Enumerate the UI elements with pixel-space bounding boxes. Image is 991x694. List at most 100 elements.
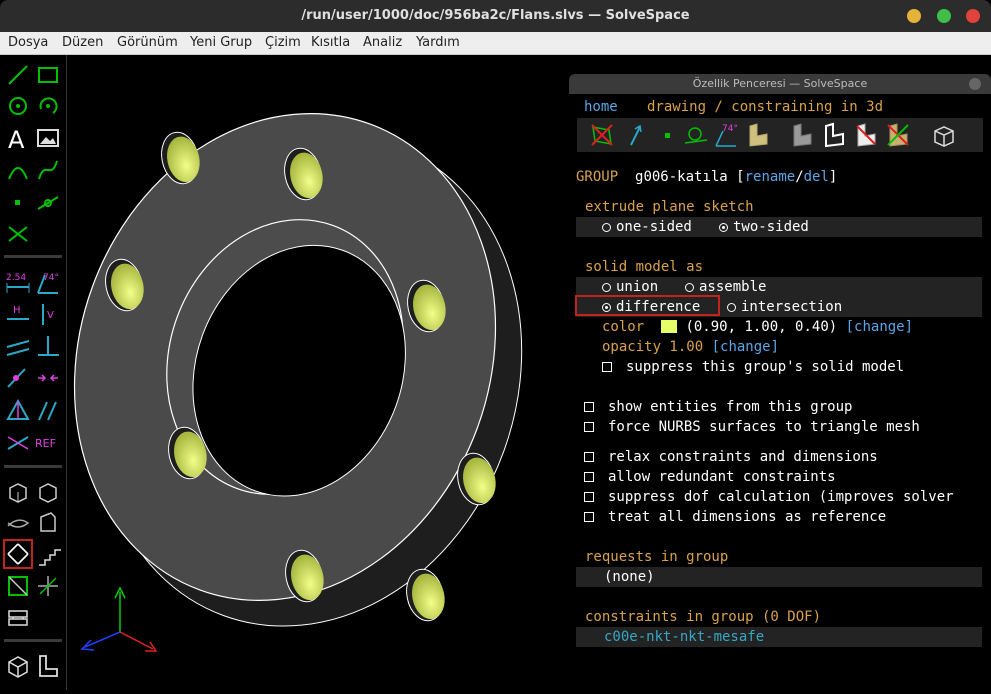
treat-reference-checkbox[interactable]: treat all dimensions as reference [584, 508, 886, 526]
revolve-icon[interactable] [35, 509, 61, 535]
suppress-dof-checkbox[interactable]: suppress dof calculation (improves solve… [584, 488, 954, 506]
toolbar-separator [4, 639, 62, 642]
menu-help[interactable]: Yardım [416, 35, 460, 50]
menu-file[interactable]: Dosya [8, 35, 48, 50]
nav-home-link[interactable]: home [584, 98, 618, 116]
edges-toggle-icon[interactable] [821, 122, 847, 148]
mesh-toggle-icon[interactable] [885, 122, 911, 148]
faces-toggle-icon[interactable] [745, 122, 771, 148]
same-orientation-icon[interactable] [35, 397, 61, 423]
title-bar: /run/user/1000/doc/956ba2c/Flans.slvs — … [0, 0, 991, 32]
points-toggle-icon[interactable] [655, 122, 681, 148]
axis-icon[interactable] [35, 573, 61, 599]
nearest-ortho-view-icon[interactable] [35, 653, 61, 679]
menu-new-group[interactable]: Yeni Grup [190, 35, 252, 50]
force-nurbs-checkbox[interactable]: force NURBS surfaces to triangle mesh [584, 418, 920, 436]
toolbar-separator [4, 255, 62, 258]
midpoint-icon[interactable] [35, 365, 61, 391]
show-entities-checkbox[interactable]: show entities from this group [584, 398, 852, 416]
group-label: GROUP [576, 169, 619, 185]
opacity-change-link[interactable]: [change] [712, 339, 779, 355]
color-swatch[interactable] [661, 320, 678, 333]
constraint-item-link[interactable]: c00e-nkt-nkt-mesafe [604, 628, 764, 646]
line-tool-icon[interactable] [5, 62, 31, 88]
point-on-line-icon[interactable] [5, 365, 31, 391]
image-tool-icon[interactable] [35, 125, 61, 151]
two-sided-radio[interactable]: two-sided [719, 218, 809, 236]
outlines-toggle-icon[interactable] [853, 122, 879, 148]
point-tool-icon[interactable] [5, 189, 31, 215]
tangent-arc-icon[interactable] [5, 157, 31, 183]
menu-constrain[interactable]: Kısıtla [311, 35, 350, 50]
allow-redundant-checkbox[interactable]: allow redundant constraints [584, 468, 836, 486]
shaded-toggle-icon[interactable] [789, 122, 815, 148]
rectangle-tool-icon[interactable] [35, 62, 61, 88]
left-toolbar: A 2.54 74° H V REF [0, 55, 67, 690]
reference-dimension-icon[interactable]: REF [35, 429, 61, 455]
axis-triad [80, 586, 158, 652]
suppress-solid-checkbox[interactable]: suppress this group's solid model [602, 358, 904, 376]
requests-header: requests in group [585, 549, 729, 565]
perpendicular-constraint-icon[interactable] [35, 333, 61, 359]
symmetric-constraint-icon[interactable] [5, 397, 31, 423]
maximize-button[interactable] [937, 9, 951, 23]
one-sided-radio[interactable]: one-sided [602, 218, 692, 236]
helix-icon[interactable] [5, 509, 31, 535]
vertical-constraint-icon[interactable]: V [35, 301, 61, 327]
workplane-toggle-icon[interactable] [589, 122, 615, 148]
property-window-title: Özellik Penceresi — SolveSpace [569, 74, 991, 94]
assemble-radio[interactable]: assemble [685, 278, 766, 296]
difference-radio[interactable]: difference [602, 298, 700, 316]
constraints-header: constraints in group (0 DOF) [585, 609, 822, 625]
svg-text:REF: REF [35, 437, 56, 450]
spline-tool-icon[interactable] [35, 157, 61, 183]
menu-bar: Dosya Düzen Görünüm Yeni Grup Çizim Kısı… [0, 32, 991, 55]
hidden-lines-toggle-icon[interactable] [931, 122, 957, 148]
zoom-to-fit-icon[interactable] [3, 539, 33, 569]
delete-link[interactable]: del [804, 169, 829, 185]
close-button[interactable] [966, 9, 980, 23]
extrude-header: extrude plane sketch [585, 199, 754, 215]
arc-tool-icon[interactable] [35, 93, 61, 119]
color-label: color [602, 319, 645, 335]
svg-text:74°: 74° [722, 124, 738, 134]
step-translate-icon[interactable] [37, 543, 63, 569]
union-radio[interactable]: union [602, 278, 658, 296]
svg-text:A: A [8, 126, 25, 151]
color-change-link[interactable]: [change] [846, 319, 913, 335]
svg-text:2.54: 2.54 [6, 273, 26, 283]
horizontal-constraint-icon[interactable]: H [5, 301, 31, 327]
minimize-button[interactable] [907, 9, 921, 23]
opacity-label: opacity 1.00 [602, 339, 704, 355]
property-window-close-button[interactable] [969, 78, 981, 90]
angle-dimension-icon[interactable]: 74° [35, 269, 61, 295]
intersection-radio[interactable]: intersection [727, 298, 842, 316]
nearest-iso-view-icon[interactable] [5, 653, 31, 679]
solid-model-header: solid model as [585, 259, 704, 275]
menu-edit[interactable]: Düzen [62, 35, 103, 50]
workplane-icon[interactable] [5, 573, 31, 599]
construction-toggle-icon[interactable] [683, 122, 709, 148]
menu-analyze[interactable]: Analiz [363, 35, 402, 50]
group-name: g006-katıla [635, 169, 728, 185]
other-supplementary-icon[interactable] [5, 429, 31, 455]
distance-dimension-icon[interactable]: 2.54 [5, 269, 31, 295]
rename-link[interactable]: rename [745, 169, 796, 185]
normals-toggle-icon[interactable] [623, 122, 649, 148]
menu-view[interactable]: Görünüm [117, 35, 178, 50]
constraints-toggle-icon[interactable]: 74° [713, 122, 739, 148]
window-title: /run/user/1000/doc/956ba2c/Flans.slvs — … [301, 8, 690, 23]
linked-part-icon[interactable] [5, 605, 31, 631]
svg-text:74°: 74° [43, 273, 59, 283]
menu-sketch[interactable]: Çizim [265, 35, 301, 50]
split-curves-icon[interactable] [5, 221, 31, 247]
toolbar-separator [4, 465, 62, 468]
text-tool-icon[interactable]: A [5, 125, 31, 151]
nav-path: drawing / constraining in 3d [647, 99, 884, 115]
extrude-icon[interactable] [5, 479, 31, 505]
lathe-icon[interactable] [35, 479, 61, 505]
parallel-constraint-icon[interactable] [5, 333, 31, 359]
circle-tool-icon[interactable] [5, 93, 31, 119]
relax-constraints-checkbox[interactable]: relax constraints and dimensions [584, 448, 878, 466]
construction-tool-icon[interactable] [35, 189, 61, 215]
